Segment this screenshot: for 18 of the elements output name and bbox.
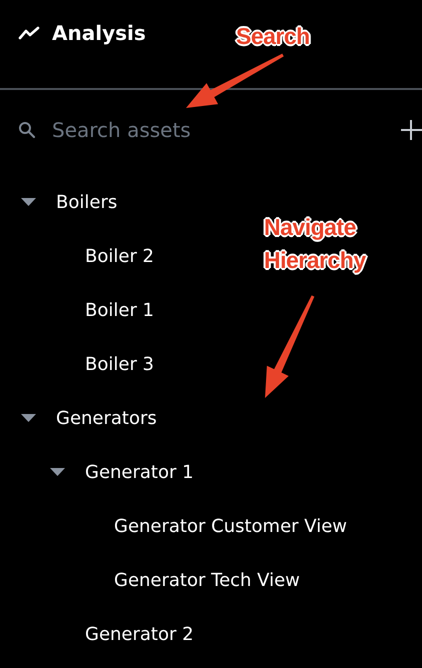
caret-icon[interactable] [49,465,66,477]
tree-item[interactable]: Generator Tech View [114,570,300,590]
search-field[interactable]: Search assets [50,117,400,143]
tree-item[interactable]: Generators [56,408,157,428]
search-icon [18,121,36,139]
tree-item[interactable]: Boiler 3 [85,354,154,374]
callout-label: Navigate Hierarchy [264,213,367,276]
tree-item[interactable]: Boiler 2 [85,246,154,266]
callout-label: Search [236,22,311,51]
chart-line-icon [18,26,40,40]
caret-icon[interactable] [20,195,37,207]
tree-item[interactable]: Generator Customer View [114,516,347,536]
page-title: Analysis [52,21,146,45]
tree-item[interactable]: Generator 2 [85,624,194,644]
tree-item[interactable]: Boiler 1 [85,300,154,320]
caret-icon[interactable] [20,411,37,423]
tree-item[interactable]: Generator 1 [85,462,194,482]
tree-item[interactable]: Boilers [56,192,118,212]
